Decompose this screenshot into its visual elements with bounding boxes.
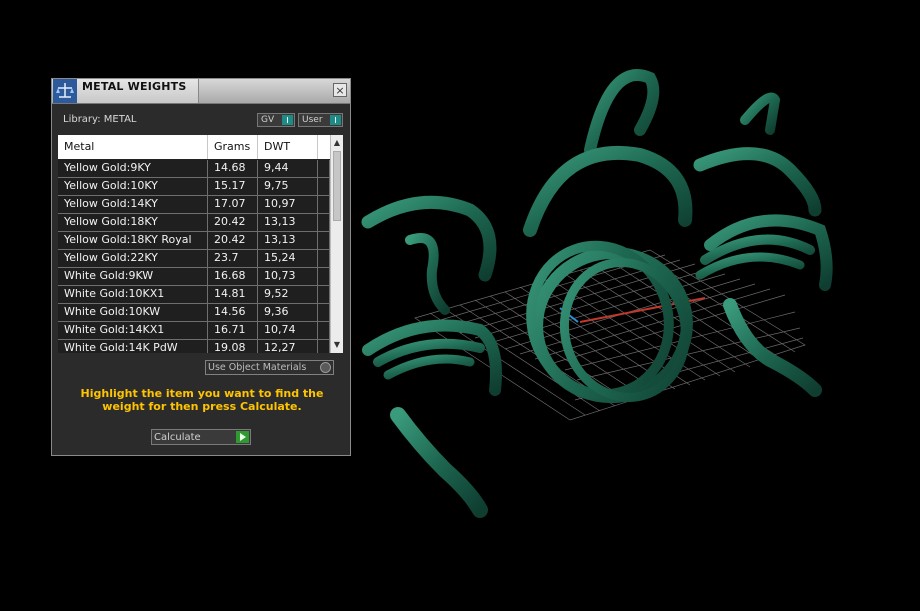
panel-titlebar[interactable]: METAL WEIGHTS ×	[52, 79, 350, 104]
toggle-switch-icon	[330, 115, 341, 125]
chevron-up-icon[interactable]: ▲	[331, 137, 343, 149]
spacer-cell	[318, 340, 330, 353]
metal-cell: Yellow Gold:9KY	[58, 160, 208, 177]
spacer-cell	[318, 214, 330, 231]
grams-cell: 20.42	[208, 214, 258, 231]
user-toggle[interactable]: User	[298, 113, 343, 127]
grams-cell: 19.08	[208, 340, 258, 353]
grams-cell: 14.56	[208, 304, 258, 321]
spacer-cell	[318, 178, 330, 195]
dwt-cell: 10,74	[258, 322, 318, 339]
metal-table: Metal Grams DWT Yellow Gold:9KY 14.68 9,44…	[58, 135, 343, 353]
dwt-cell: 13,13	[258, 214, 318, 231]
dwt-cell: 10,73	[258, 268, 318, 285]
spacer-cell	[318, 304, 330, 321]
table-row[interactable]: White Gold:14KX1 16.71 10,74	[58, 322, 330, 340]
library-label: Library: METAL	[63, 114, 137, 125]
metal-cell: Yellow Gold:22KY	[58, 250, 208, 267]
calculate-button[interactable]: Calculate	[151, 429, 251, 445]
metal-cell: White Gold:9KW	[58, 268, 208, 285]
toggle-switch-icon	[282, 115, 293, 125]
scale-icon	[53, 79, 77, 103]
instructions-text: Highlight the item you want to find the …	[80, 387, 324, 413]
grams-cell: 14.81	[208, 286, 258, 303]
table-row[interactable]: Yellow Gold:10KY 15.17 9,75	[58, 178, 330, 196]
dwt-cell: 15,24	[258, 250, 318, 267]
table-row[interactable]: Yellow Gold:18KY 20.42 13,13	[58, 214, 330, 232]
panel-title: METAL WEIGHTS	[82, 80, 187, 93]
spacer-cell	[318, 232, 330, 249]
close-icon[interactable]: ×	[333, 83, 347, 97]
column-header-dwt[interactable]: DWT	[258, 135, 318, 159]
calculate-label: Calculate	[154, 432, 201, 443]
spacer-cell	[318, 196, 330, 213]
metal-cell: Yellow Gold:10KY	[58, 178, 208, 195]
chevron-down-icon[interactable]: ▼	[331, 339, 343, 351]
table-row[interactable]: White Gold:10KW 14.56 9,36	[58, 304, 330, 322]
metal-cell: Yellow Gold:18KY Royal	[58, 232, 208, 249]
user-toggle-label: User	[302, 115, 323, 125]
gv-toggle[interactable]: GV	[257, 113, 295, 127]
column-header-grams[interactable]: Grams	[208, 135, 258, 159]
table-scrollbar[interactable]: ▲ ▼	[330, 135, 343, 353]
grams-cell: 15.17	[208, 178, 258, 195]
metal-cell: Yellow Gold:18KY	[58, 214, 208, 231]
grams-cell: 23.7	[208, 250, 258, 267]
use-object-materials-label: Use Object Materials	[208, 362, 307, 373]
dwt-cell: 9,44	[258, 160, 318, 177]
column-header-metal[interactable]: Metal	[58, 135, 208, 159]
metal-cell: Yellow Gold:14KY	[58, 196, 208, 213]
table-row[interactable]: Yellow Gold:18KY Royal 20.42 13,13	[58, 232, 330, 250]
dwt-cell: 10,97	[258, 196, 318, 213]
dwt-cell: 9,52	[258, 286, 318, 303]
metal-cell: White Gold:14KX1	[58, 322, 208, 339]
table-row[interactable]: Yellow Gold:9KY 14.68 9,44	[58, 160, 330, 178]
grams-cell: 20.42	[208, 232, 258, 249]
spacer-cell	[318, 322, 330, 339]
spacer-cell	[318, 250, 330, 267]
radio-icon	[320, 362, 331, 373]
dwt-cell: 13,13	[258, 232, 318, 249]
grams-cell: 16.68	[208, 268, 258, 285]
grams-cell: 17.07	[208, 196, 258, 213]
scrollbar-thumb[interactable]	[333, 151, 341, 221]
table-row[interactable]: Yellow Gold:22KY 23.7 15,24	[58, 250, 330, 268]
table-row[interactable]: White Gold:14K PdW 19.08 12,27	[58, 340, 330, 353]
table-row[interactable]: White Gold:10KX1 14.81 9,52	[58, 286, 330, 304]
grams-cell: 14.68	[208, 160, 258, 177]
spacer-cell	[318, 160, 330, 177]
use-object-materials-option[interactable]: Use Object Materials	[205, 360, 334, 375]
metal-cell: White Gold:10KX1	[58, 286, 208, 303]
dwt-cell: 9,75	[258, 178, 318, 195]
table-body: Yellow Gold:9KY 14.68 9,44 Yellow Gold:10K…	[58, 160, 330, 353]
table-row[interactable]: White Gold:9KW 16.68 10,73	[58, 268, 330, 286]
metal-cell: White Gold:14K PdW	[58, 340, 208, 353]
table-row[interactable]: Yellow Gold:14KY 17.07 10,97	[58, 196, 330, 214]
spacer-cell	[318, 268, 330, 285]
dwt-cell: 9,36	[258, 304, 318, 321]
grams-cell: 16.71	[208, 322, 258, 339]
play-icon	[236, 431, 249, 443]
metal-cell: White Gold:10KW	[58, 304, 208, 321]
metal-weights-panel: METAL WEIGHTS × Library: METAL GV User M…	[51, 78, 351, 456]
table-header: Metal Grams DWT	[58, 135, 330, 159]
gv-toggle-label: GV	[261, 115, 275, 125]
dwt-cell: 12,27	[258, 340, 318, 353]
spacer-cell	[318, 286, 330, 303]
